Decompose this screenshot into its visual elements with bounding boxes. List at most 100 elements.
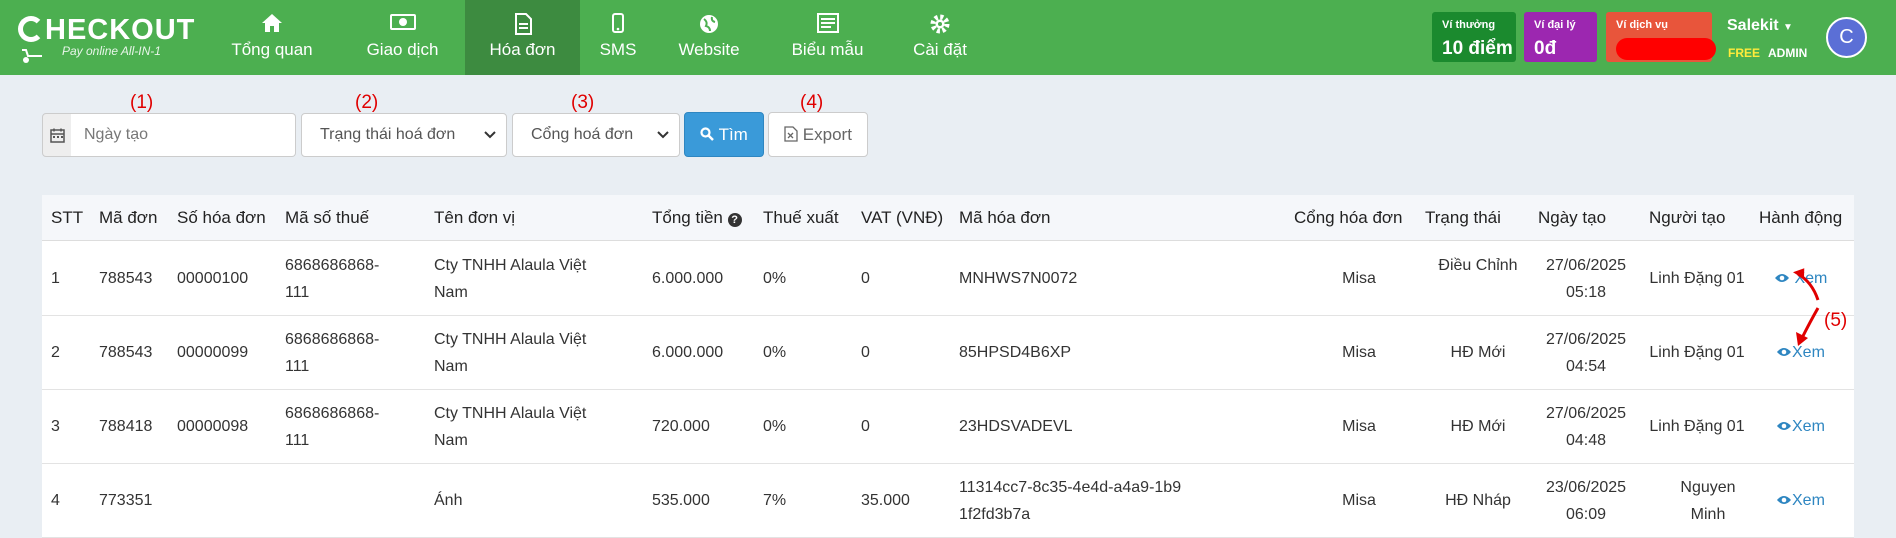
mobile-icon (588, 13, 648, 35)
cell-stt: 4 (51, 492, 60, 509)
date-filter-input[interactable]: Ngày tạo (71, 113, 296, 157)
logo-subtitle: Pay online All-IN-1 (62, 44, 161, 58)
top-navbar: HECKOUT Pay online All-IN-1 Tổng quan Gi… (0, 0, 1896, 75)
cell-tong: 6.000.000 (652, 344, 724, 361)
col-ma-don: Mã đơn (99, 208, 158, 227)
invoice-table: STT Mã đơn Số hóa đơn Mã số thuế Tên đơn… (42, 195, 1854, 538)
nav-label: Tổng quan (231, 40, 313, 59)
cell-vat: 35.000 (861, 492, 910, 509)
cell-cong: Misa (1342, 492, 1376, 509)
cell-stt: 3 (51, 418, 60, 435)
arrow-down (1800, 307, 1820, 339)
user-menu[interactable]: Salekit ▼ (1727, 17, 1793, 35)
table-row: 3 788418 00000098 6868686868-111 Cty TNH… (42, 390, 1854, 464)
col-cong-hoa-don: Cổng hóa đơn (1294, 208, 1403, 227)
cell-thue: 0% (763, 418, 787, 435)
nav-label: SMS (599, 40, 637, 59)
cell-ma-don: 773351 (99, 492, 153, 509)
nav-website[interactable]: Website (668, 0, 750, 75)
nav-giao-dich[interactable]: Giao dịch (345, 0, 460, 75)
logo-title: HECKOUT (45, 14, 196, 46)
cell-vat: 0 (861, 270, 870, 287)
col-tong-tien-label: Tổng tiền (652, 208, 723, 227)
col-ngay-tao: Ngày tạo (1538, 208, 1607, 227)
cell-mst: 6868686868-111 (285, 331, 380, 375)
wallet-title: Ví thưởng (1442, 19, 1496, 31)
user-name: Salekit (1727, 17, 1779, 34)
table-row: 1 788543 00000100 6868686868-111 Cty TNH… (42, 242, 1854, 316)
cell-nguoi: Nguyen Minh (1680, 479, 1736, 523)
gateway-select[interactable]: Cổng hoá đơn (512, 113, 680, 157)
search-button[interactable]: Tìm (684, 112, 764, 157)
annotation-3: (3) (571, 92, 595, 113)
cell-ma-hd: 11314cc7-8c35-4e4d-a4a9-1b91f2fd3b7a (959, 479, 1182, 523)
nav-label: Giao dịch (366, 40, 439, 59)
view-label: Xem (1792, 492, 1825, 509)
col-so-hoa-don: Số hóa đơn (177, 208, 266, 227)
cell-trang-thai: Điều Chỉnh (1438, 257, 1518, 274)
annotation-2: (2) (355, 92, 379, 113)
cell-ma-don: 788543 (99, 270, 153, 287)
cell-mst: 6868686868-111 (285, 257, 380, 301)
nav-tong-quan[interactable]: Tổng quan (212, 0, 332, 75)
cell-vat: 0 (861, 418, 870, 435)
nav-label: Biểu mẫu (791, 40, 864, 59)
table-row: 2 788543 00000099 6868686868-111 Cty TNH… (42, 316, 1854, 390)
form-icon (780, 13, 875, 35)
cell-tong: 720.000 (652, 418, 710, 435)
gear-icon (900, 13, 980, 35)
cell-tong: 535.000 (652, 492, 710, 509)
cell-mst: 6868686868-111 (285, 405, 380, 449)
checkout-logo[interactable]: HECKOUT Pay online All-IN-1 (18, 10, 194, 67)
logo-c-icon (18, 16, 44, 42)
col-vat: VAT (VNĐ) (861, 208, 944, 227)
col-ma-so-thue: Mã số thuế (285, 208, 370, 227)
globe-icon (668, 13, 750, 35)
col-ma-hoa-don: Mã hóa đơn (959, 208, 1051, 227)
table-row: 4 773351 Ánh 535.000 7% 35.000 11314cc7-… (42, 464, 1854, 538)
search-label: Tìm (718, 125, 748, 144)
chevron-down-icon (484, 114, 496, 156)
nav-label: Hóa đơn (489, 40, 556, 59)
cell-thue: 0% (763, 344, 787, 361)
annotation-5: (5) (1824, 310, 1848, 331)
annotation-4: (4) (800, 92, 824, 113)
wallet-reward[interactable]: Ví thưởng 10 điểm (1432, 12, 1516, 62)
export-label: Export (802, 125, 852, 144)
nav-bieu-mau[interactable]: Biểu mẫu (780, 0, 875, 75)
status-select-value: Trạng thái hoá đơn (320, 126, 456, 143)
nav-label: Website (678, 40, 740, 59)
cell-cong: Misa (1342, 270, 1376, 287)
cell-ma-don: 788543 (99, 344, 153, 361)
view-label: Xem (1792, 418, 1825, 435)
status-select[interactable]: Trạng thái hoá đơn (301, 113, 507, 157)
cell-so-hd: 00000099 (177, 344, 249, 361)
wallet-title: Ví dịch vụ (1616, 19, 1668, 31)
nav-hoa-don[interactable]: Hóa đơn (465, 0, 580, 75)
cell-ma-hd: 23HDSVADEVL (959, 418, 1073, 435)
wallet-title: Ví đại lý (1534, 19, 1576, 31)
user-role: ADMIN (1768, 46, 1808, 60)
col-stt: STT (51, 208, 84, 227)
wallet-agent[interactable]: Ví đại lý 0đ (1524, 12, 1597, 62)
nav-sms[interactable]: SMS (588, 0, 648, 75)
export-button[interactable]: Export (768, 112, 868, 157)
wallet-value: 0đ (1534, 38, 1557, 59)
cell-nguoi: Linh Đặng 01 (1649, 418, 1745, 435)
wallet-service[interactable]: Ví dịch vụ (1606, 12, 1716, 62)
nav-cai-dat[interactable]: Cài đặt (900, 0, 980, 75)
wallet-value: 10 điểm (1442, 38, 1513, 59)
question-circle-icon[interactable]: ? (727, 213, 742, 227)
cart-icon (20, 48, 44, 67)
cell-ngay: 27/06/2025 04:54 (1546, 331, 1627, 375)
cell-trang-thai: HĐ Mới (1450, 418, 1506, 435)
col-tong-tien: Tổng tiền ? (652, 208, 742, 228)
cell-cong: Misa (1342, 344, 1376, 361)
cell-ma-hd: 85HPSD4B6XP (959, 344, 1072, 361)
cell-ngay: 27/06/2025 05:18 (1546, 257, 1627, 301)
view-button[interactable]: Xem (1776, 413, 1825, 440)
view-button[interactable]: Xem (1776, 487, 1825, 514)
calendar-addon[interactable] (42, 113, 72, 157)
cell-so-hd: 00000100 (177, 270, 249, 287)
avatar[interactable]: C (1826, 17, 1867, 58)
